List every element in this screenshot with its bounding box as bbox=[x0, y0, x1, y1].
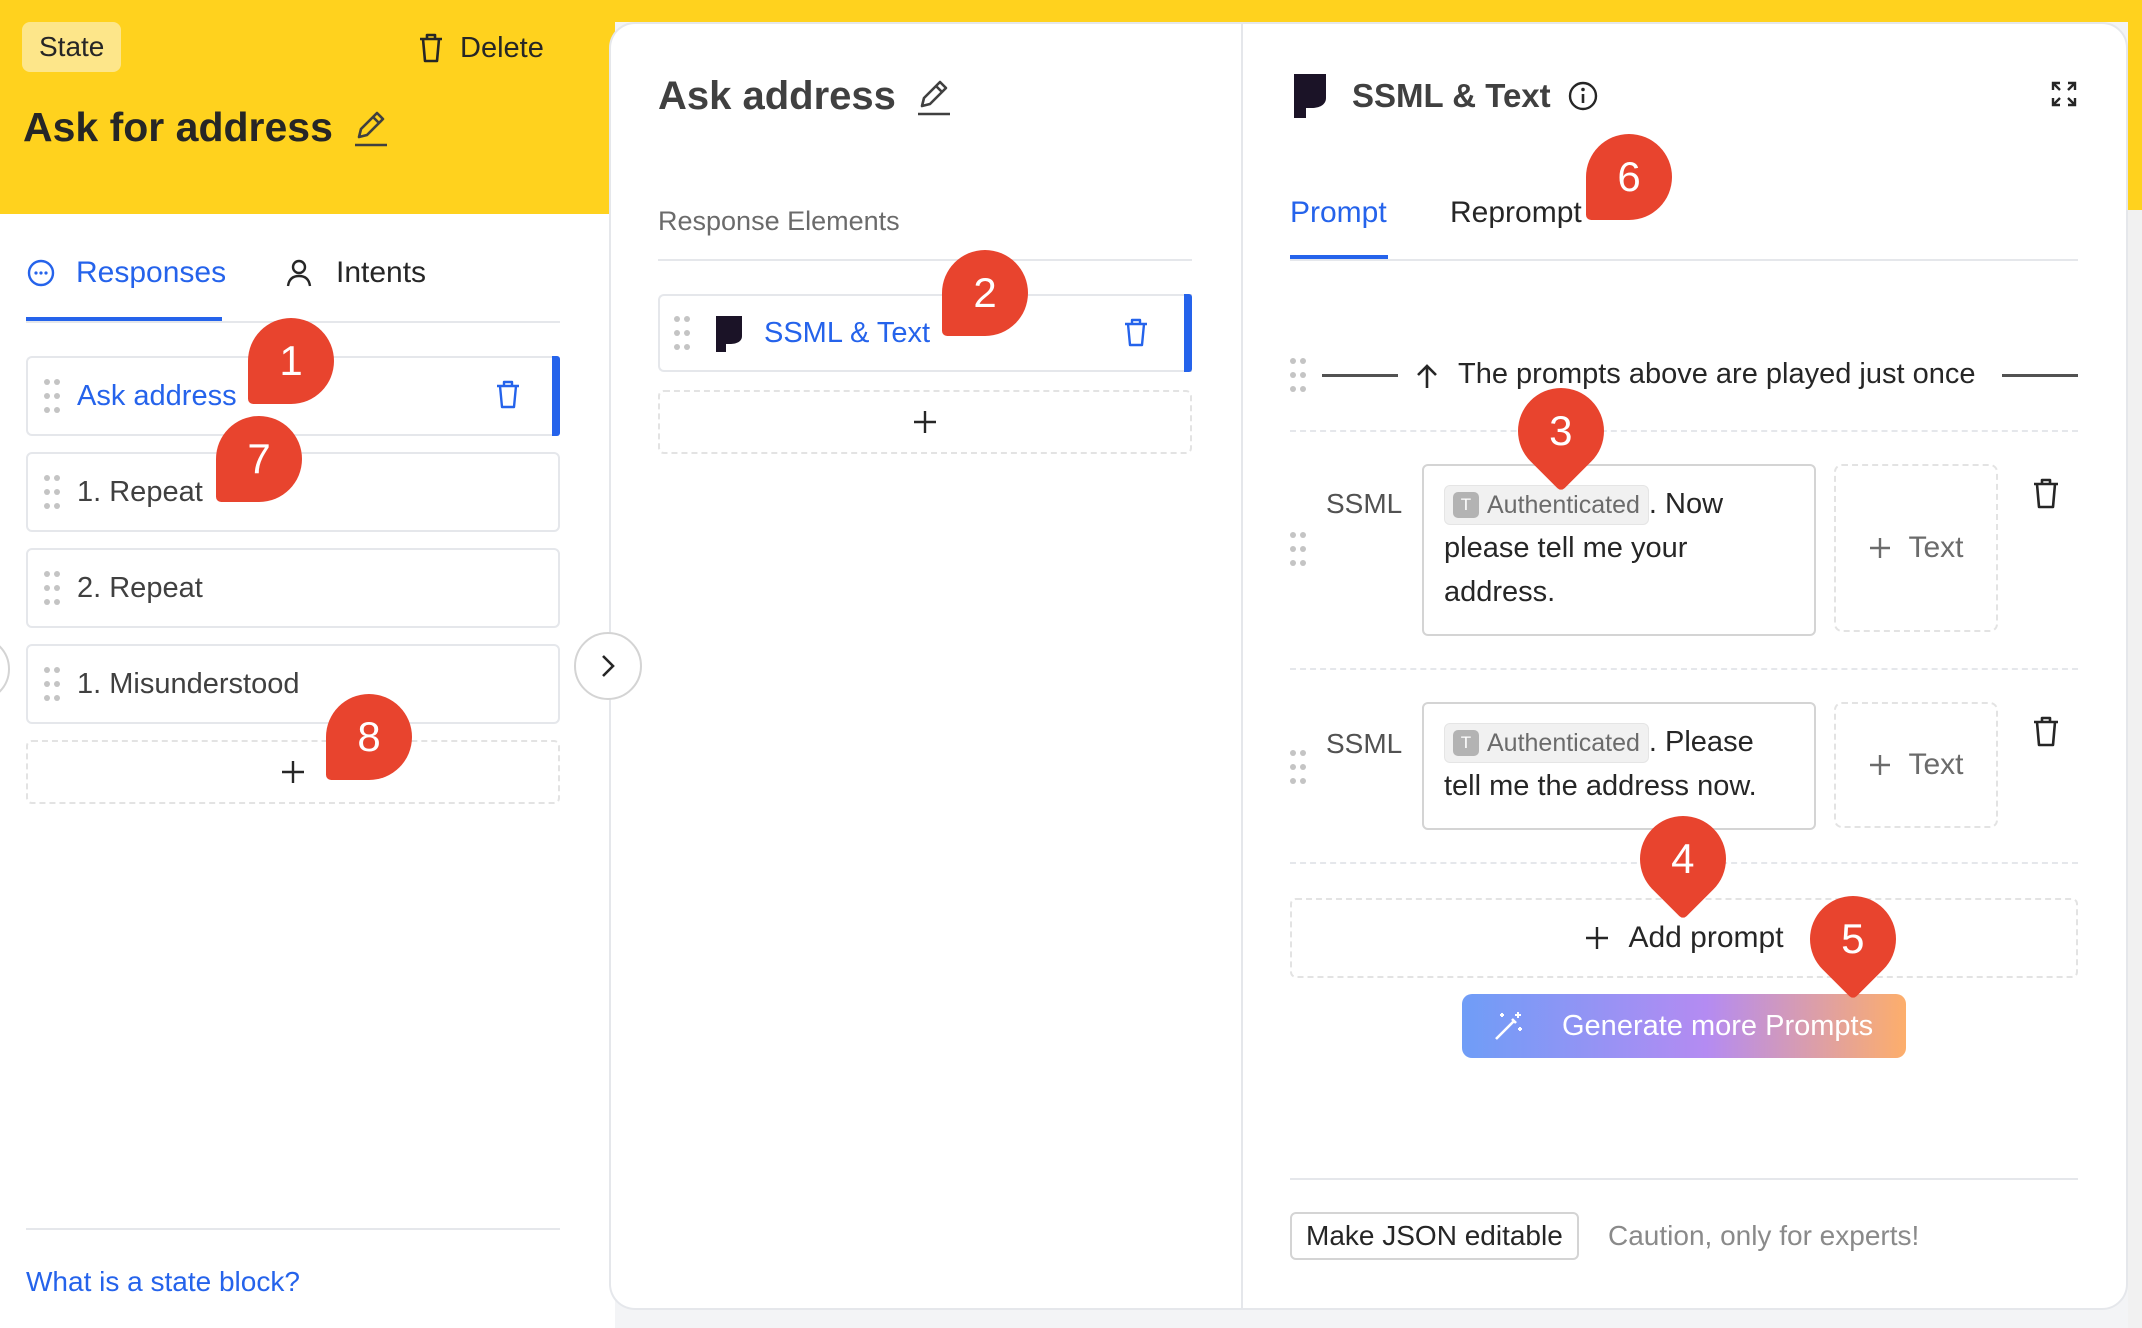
magic-wand-icon bbox=[1492, 1009, 1526, 1043]
make-json-editable-button[interactable]: Make JSON editable bbox=[1290, 1212, 1579, 1260]
info-icon[interactable] bbox=[1567, 80, 1599, 112]
tab-intents-label: Intents bbox=[336, 256, 427, 289]
footer-divider bbox=[26, 1228, 560, 1230]
state-title-row: Ask for address bbox=[23, 104, 391, 151]
list-item-repeat-2[interactable]: 2. Repeat bbox=[26, 548, 560, 628]
element-label: SSML & Text bbox=[764, 317, 931, 349]
plus-icon bbox=[280, 759, 306, 785]
editor-title: SSML & Text bbox=[1352, 77, 1551, 114]
user-icon bbox=[284, 258, 314, 288]
edge-strip bbox=[2128, 210, 2142, 1328]
header-band bbox=[615, 0, 2142, 22]
ssml-text-rest: please tell me your address. bbox=[1444, 532, 1688, 608]
ssml-text-rest: tell me the address now. bbox=[1444, 770, 1757, 802]
variable-chip[interactable]: T Authenticated bbox=[1444, 485, 1649, 526]
drag-handle-icon[interactable] bbox=[1290, 750, 1306, 784]
delete-label: Delete bbox=[460, 31, 544, 64]
plus-icon bbox=[912, 409, 938, 435]
add-text-label: Text bbox=[1908, 531, 1964, 564]
once-divider-text: The prompts above are played just once bbox=[1458, 358, 1976, 390]
ssml-logo-icon bbox=[714, 314, 744, 354]
chevron-right-icon bbox=[597, 653, 619, 679]
expand-panel-button[interactable] bbox=[574, 632, 642, 700]
help-link[interactable]: What is a state block? bbox=[26, 1266, 300, 1298]
text-variable-icon: T bbox=[1453, 491, 1479, 518]
divider-line bbox=[2002, 374, 2078, 377]
response-element-ssml[interactable]: SSML & Text bbox=[658, 294, 1192, 372]
state-title: Ask for address bbox=[23, 104, 333, 150]
add-element-button[interactable] bbox=[658, 390, 1192, 454]
marker-7: 7 bbox=[216, 416, 302, 502]
plus-icon bbox=[1584, 925, 1610, 951]
divider-line bbox=[1322, 374, 1398, 377]
prompt-type-label: SSML bbox=[1326, 728, 1403, 759]
generate-label: Generate more Prompts bbox=[1562, 1009, 1874, 1042]
trash-icon[interactable] bbox=[2032, 478, 2060, 510]
tab-intents[interactable]: Intents bbox=[284, 256, 426, 290]
row-separator bbox=[1290, 430, 2078, 432]
drag-handle-icon[interactable] bbox=[44, 379, 60, 413]
drag-handle-icon[interactable] bbox=[44, 475, 60, 509]
delete-button[interactable]: Delete bbox=[416, 28, 544, 68]
tab-prompt[interactable]: Prompt bbox=[1290, 196, 1387, 230]
trash-icon[interactable] bbox=[494, 380, 522, 410]
row-separator bbox=[1290, 668, 2078, 670]
variable-chip-label: Authenticated bbox=[1487, 729, 1640, 758]
trash-icon[interactable] bbox=[2032, 716, 2060, 748]
edge-strip-top bbox=[2128, 0, 2142, 210]
variable-chip-label: Authenticated bbox=[1487, 491, 1640, 520]
edit-title-icon[interactable] bbox=[351, 107, 391, 149]
section-label: Response Elements bbox=[658, 206, 900, 236]
ssml-text-first: . Now bbox=[1648, 488, 1724, 520]
ssml-logo-icon bbox=[1292, 72, 1328, 120]
response-title-row: Ask address bbox=[658, 74, 954, 119]
generate-prompts-button[interactable]: Generate more Prompts bbox=[1462, 994, 1906, 1058]
variable-chip[interactable]: T Authenticated bbox=[1444, 723, 1649, 764]
add-prompt-label: Add prompt bbox=[1628, 921, 1784, 954]
ssml-text-first: . Please bbox=[1648, 726, 1754, 758]
plus-icon bbox=[1868, 753, 1892, 777]
trash-icon[interactable] bbox=[1122, 318, 1150, 348]
drag-handle-icon[interactable] bbox=[674, 316, 690, 350]
tab-responses[interactable]: Responses bbox=[26, 256, 226, 290]
footer-divider bbox=[1290, 1178, 2078, 1180]
drag-handle-icon[interactable] bbox=[44, 571, 60, 605]
response-title: Ask address bbox=[658, 74, 896, 118]
list-item-label: 1. Repeat bbox=[77, 476, 203, 508]
text-variable-icon: T bbox=[1453, 729, 1479, 756]
list-item-label: 1. Misunderstood bbox=[77, 668, 300, 700]
marker-8: 8 bbox=[326, 694, 412, 780]
marker-6: 6 bbox=[1586, 134, 1672, 220]
editor-title-row: SSML & Text bbox=[1292, 72, 1599, 120]
section-divider bbox=[658, 259, 1192, 261]
selected-indicator bbox=[552, 356, 560, 436]
list-item-label: Ask address bbox=[77, 380, 237, 412]
add-text-label: Text bbox=[1908, 748, 1964, 781]
add-response-button[interactable] bbox=[26, 740, 560, 804]
tab-reprompt[interactable]: Reprompt bbox=[1450, 196, 1582, 230]
plus-icon bbox=[1868, 536, 1892, 560]
ssml-input[interactable]: T Authenticated . Now please tell me your … bbox=[1422, 464, 1816, 636]
ssml-input[interactable]: T Authenticated . Please tell me the addre… bbox=[1422, 702, 1816, 830]
prompt-type-label: SSML bbox=[1326, 488, 1403, 519]
trash-icon bbox=[416, 32, 446, 64]
state-badge: State bbox=[22, 22, 122, 72]
drag-handle-icon[interactable] bbox=[1290, 358, 1306, 392]
json-caution-text: Caution, only for experts! bbox=[1608, 1220, 1920, 1251]
drag-handle-icon[interactable] bbox=[44, 667, 60, 701]
list-item-misunderstood[interactable]: 1. Misunderstood bbox=[26, 644, 560, 724]
marker-2: 2 bbox=[942, 250, 1028, 336]
chat-bubble-icon bbox=[26, 258, 56, 288]
fullscreen-icon[interactable] bbox=[2050, 80, 2078, 108]
marker-1: 1 bbox=[248, 318, 334, 404]
tab-responses-label: Responses bbox=[76, 256, 227, 289]
selected-indicator bbox=[1184, 294, 1192, 372]
arrow-up-icon bbox=[1414, 362, 1440, 390]
edit-title-icon[interactable] bbox=[914, 76, 954, 118]
tabs-divider bbox=[1290, 259, 2078, 261]
list-item-label: 2. Repeat bbox=[77, 572, 203, 604]
add-text-button[interactable]: Text bbox=[1834, 702, 1998, 828]
drag-handle-icon[interactable] bbox=[1290, 532, 1306, 566]
add-text-button[interactable]: Text bbox=[1834, 464, 1998, 632]
